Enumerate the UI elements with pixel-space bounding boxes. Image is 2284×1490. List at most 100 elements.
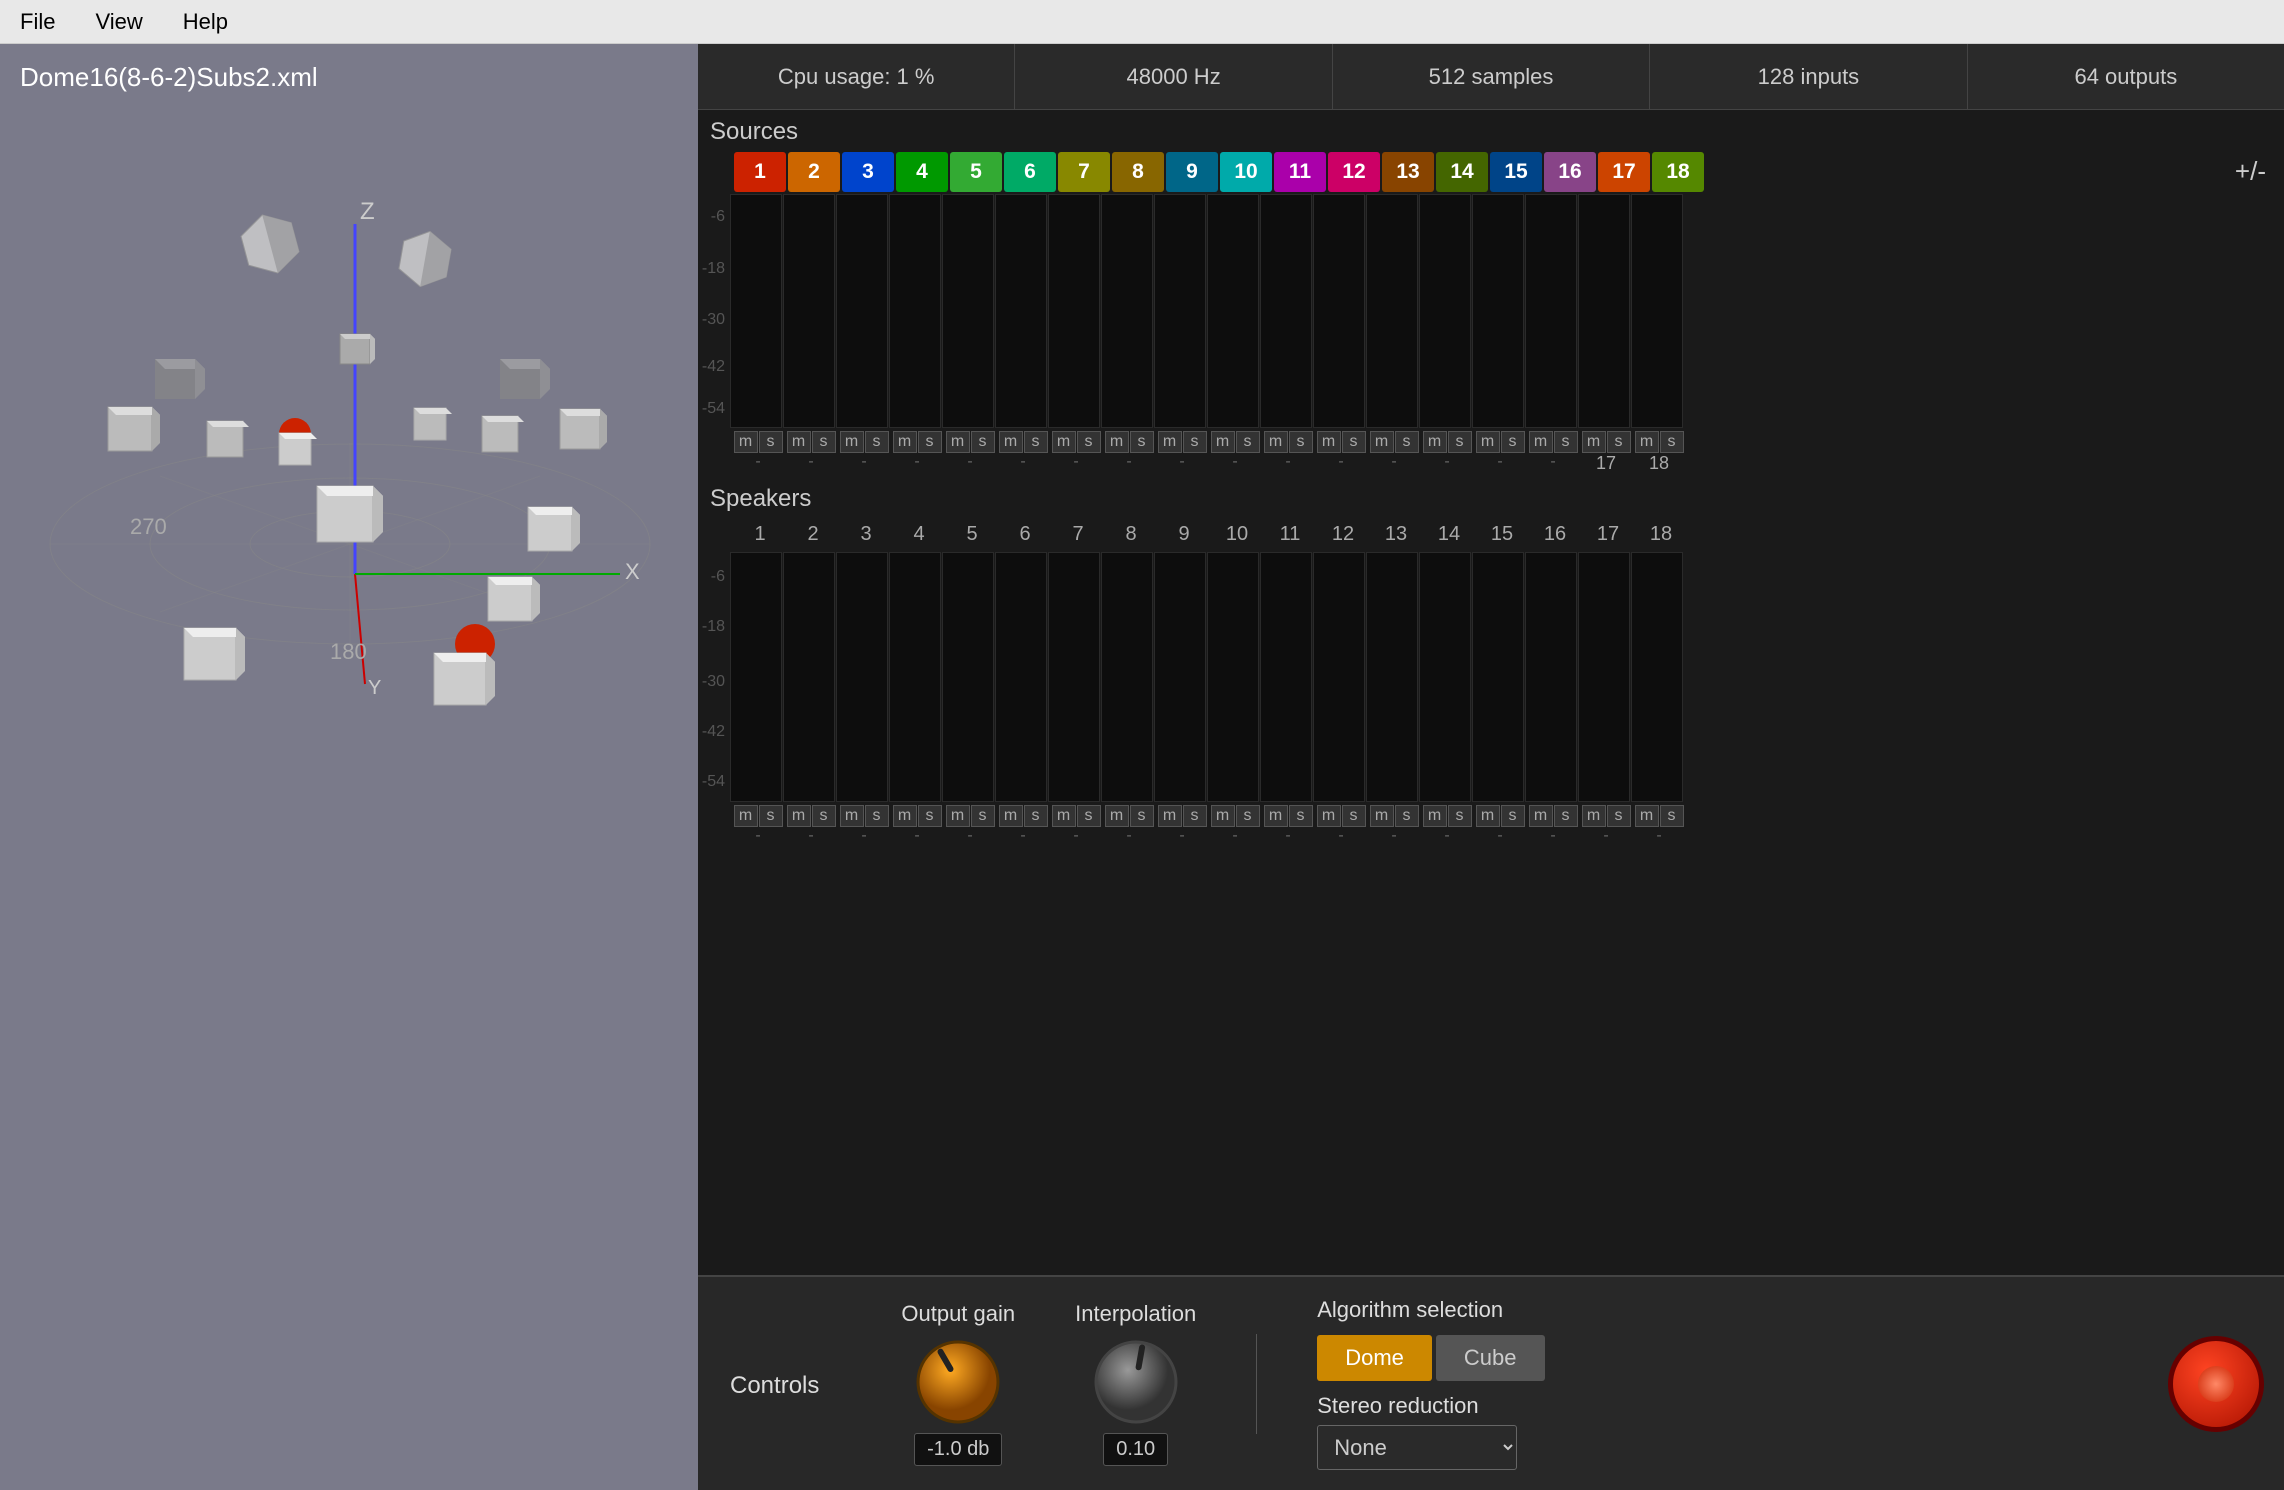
- source-badge-13[interactable]: 13: [1382, 152, 1434, 192]
- dome-button[interactable]: Dome: [1317, 1335, 1432, 1381]
- interpolation-knob[interactable]: [1091, 1337, 1181, 1427]
- source-badge-15[interactable]: 15: [1490, 152, 1542, 192]
- left-3d-panel: Dome16(8-6-2)Subs2.xml Z Y X 270 18: [0, 44, 698, 1490]
- controls-label: Controls: [718, 1364, 831, 1404]
- spk-num-11: 11: [1264, 519, 1316, 550]
- source-badge-8[interactable]: 8: [1112, 152, 1164, 192]
- source-badge-11[interactable]: 11: [1274, 152, 1326, 192]
- source-badge-1[interactable]: 1: [734, 152, 786, 192]
- src-ms-14: ms -: [1421, 431, 1473, 474]
- source-meter-16: [1525, 194, 1577, 428]
- inputs-status: 128 inputs: [1650, 44, 1967, 109]
- source-badge-2[interactable]: 2: [788, 152, 840, 192]
- hz-status: 48000 Hz: [1015, 44, 1332, 109]
- source-meter-1: [730, 194, 782, 428]
- spk-meter-2: [783, 552, 835, 802]
- spk-ms-13: ms -: [1368, 805, 1420, 845]
- record-button[interactable]: [2168, 1336, 2264, 1432]
- spk-ms-17: ms -: [1580, 805, 1632, 845]
- spk-ms-11: ms -: [1262, 805, 1314, 845]
- source-badge-6[interactable]: 6: [1004, 152, 1056, 192]
- spk-num-18: 18: [1635, 519, 1687, 550]
- stereo-label: Stereo reduction: [1317, 1393, 1544, 1419]
- source-badge-18[interactable]: 18: [1652, 152, 1704, 192]
- spk-num-8: 8: [1105, 519, 1157, 550]
- spk-ms-18: ms -: [1633, 805, 1685, 845]
- spk-meter-15: [1472, 552, 1524, 802]
- source-meter-12: [1313, 194, 1365, 428]
- cube-button[interactable]: Cube: [1436, 1335, 1545, 1381]
- source-badge-4[interactable]: 4: [896, 152, 948, 192]
- menu-file[interactable]: File: [20, 9, 55, 35]
- output-gain-knob[interactable]: [913, 1337, 1003, 1427]
- 3d-scene-view: Z Y X 270 180: [0, 44, 698, 1490]
- sources-header-row: Sources: [698, 110, 2284, 150]
- source-badge-12[interactable]: 12: [1328, 152, 1380, 192]
- spk-num-3: 3: [840, 519, 892, 550]
- speakers-section: Speakers 1 2 3 4 5 6 7 8 9 10: [698, 477, 2284, 1275]
- output-gain-control: Output gain -1.0 db: [901, 1301, 1015, 1466]
- src-ms-12: ms -: [1315, 431, 1367, 474]
- interpolation-label: Interpolation: [1075, 1301, 1196, 1327]
- spk-num-6: 6: [999, 519, 1051, 550]
- spk-ms-8: ms -: [1103, 805, 1155, 845]
- menu-view[interactable]: View: [95, 9, 142, 35]
- src-ms-4: ms -: [891, 431, 943, 474]
- spk-num-12: 12: [1317, 519, 1369, 550]
- spk-num-7: 7: [1052, 519, 1104, 550]
- spk-meter-12: [1313, 552, 1365, 802]
- menu-help[interactable]: Help: [183, 9, 228, 35]
- source-meter-3: [836, 194, 888, 428]
- output-gain-value: -1.0 db: [914, 1433, 1002, 1466]
- source-badge-9[interactable]: 9: [1166, 152, 1218, 192]
- spk-ms-14: ms -: [1421, 805, 1473, 845]
- speaker-meters: -6 -18 -30 -42 -54: [698, 552, 2284, 802]
- source-badge-16[interactable]: 16: [1544, 152, 1596, 192]
- spk-meter-13: [1366, 552, 1418, 802]
- source-meter-7: [1048, 194, 1100, 428]
- record-indicator: [2198, 1366, 2234, 1402]
- source-badge-10[interactable]: 10: [1220, 152, 1272, 192]
- source-ms-buttons: m s - ms - ms -: [730, 431, 1687, 474]
- source-badge-17[interactable]: 17: [1598, 152, 1650, 192]
- source-meter-17: [1578, 194, 1630, 428]
- src-ms-16: ms -: [1527, 431, 1579, 474]
- spk-num-1: 1: [734, 519, 786, 550]
- spk-meter-16: [1525, 552, 1577, 802]
- source-badge-5[interactable]: 5: [950, 152, 1002, 192]
- spk-num-4: 4: [893, 519, 945, 550]
- src-ms-3: ms -: [838, 431, 890, 474]
- source-badge-3[interactable]: 3: [842, 152, 894, 192]
- spk-ms-9: ms -: [1156, 805, 1208, 845]
- src-s-1[interactable]: s: [759, 431, 783, 453]
- source-badge-14[interactable]: 14: [1436, 152, 1488, 192]
- plus-minus-btn[interactable]: +/-: [2221, 152, 2280, 192]
- spk-meter-7: [1048, 552, 1100, 802]
- source-badge-7[interactable]: 7: [1058, 152, 1110, 192]
- spk-meter-5: [942, 552, 994, 802]
- spk-num-10: 10: [1211, 519, 1263, 550]
- stereo-select[interactable]: None: [1317, 1425, 1517, 1470]
- svg-text:Y: Y: [368, 677, 381, 699]
- spk-num-16: 16: [1529, 519, 1581, 550]
- spk-ms-6: ms -: [997, 805, 1049, 845]
- divider-1: [1256, 1334, 1257, 1434]
- spk-num-5: 5: [946, 519, 998, 550]
- output-gain-label: Output gain: [901, 1301, 1015, 1327]
- source-meter-11: [1260, 194, 1312, 428]
- menubar: File View Help: [0, 0, 2284, 44]
- source-meter-bars: [728, 194, 1685, 428]
- spk-ms-10: ms -: [1209, 805, 1261, 845]
- record-button-wrap: [2168, 1336, 2264, 1432]
- spk-num-row: 1 2 3 4 5 6 7 8 9 10 11 12 13 14: [732, 519, 1689, 550]
- spk-num-14: 14: [1423, 519, 1475, 550]
- spk-ms-15: ms -: [1474, 805, 1526, 845]
- source-meter-6: [995, 194, 1047, 428]
- src-ms-7: ms -: [1050, 431, 1102, 474]
- spk-ms-7: ms -: [1050, 805, 1102, 845]
- src-ms-17-label: 17: [1596, 453, 1616, 474]
- spk-num-17: 17: [1582, 519, 1634, 550]
- main-layout: Dome16(8-6-2)Subs2.xml Z Y X 270 18: [0, 44, 2284, 1490]
- src-m-1[interactable]: m: [734, 431, 758, 453]
- source-meter-4: [889, 194, 941, 428]
